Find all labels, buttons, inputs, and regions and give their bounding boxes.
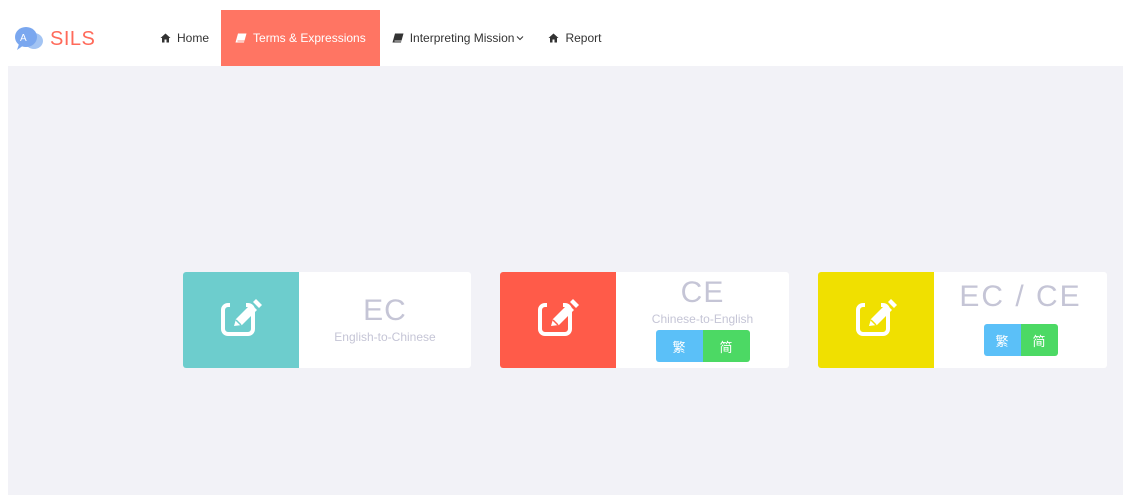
card-title: EC / CE [959, 280, 1082, 313]
script-toggle-group: 繁 简 [983, 324, 1058, 356]
card-ce[interactable]: CE Chinese-to-English 繁 简 [500, 272, 789, 368]
card-subtitle: English-to-Chinese [334, 330, 436, 344]
book-icon [392, 33, 404, 43]
nav-item-interpreting-mission[interactable]: Interpreting Mission [380, 10, 537, 66]
card-subtitle: Chinese-to-English [651, 312, 754, 326]
nav-label-report: Report [565, 31, 602, 45]
chat-bubble-logo-icon: A [14, 26, 44, 52]
brand-name: SILS [50, 27, 96, 50]
traditional-chinese-button[interactable]: 繁 [655, 330, 703, 362]
top-navbar: A SILS Home Terms & Expressions Interpre… [0, 0, 1123, 66]
chevron-down-icon [516, 35, 524, 41]
card-ec-icon-panel [183, 272, 299, 368]
home-icon [160, 33, 171, 43]
nav-item-terms-expressions[interactable]: Terms & Expressions [221, 10, 380, 66]
script-toggle-group: 繁 简 [655, 330, 750, 362]
card-title: EC [363, 294, 407, 327]
card-ec-body: EC English-to-Chinese [299, 272, 471, 368]
card-ec-ce-body: EC / CE 繁 简 [934, 272, 1107, 368]
card-ce-body: CE Chinese-to-English 繁 简 [616, 272, 789, 368]
simplified-chinese-button[interactable]: 简 [702, 330, 750, 362]
edit-icon [855, 298, 897, 342]
nav-label-interpreting-mission: Interpreting Mission [409, 31, 515, 45]
edit-icon [537, 298, 579, 342]
nav-label-terms-expressions: Terms & Expressions [253, 31, 366, 45]
nav-item-report[interactable]: Report [536, 10, 613, 66]
card-ec-ce[interactable]: EC / CE 繁 简 [818, 272, 1107, 368]
card-ec-ce-icon-panel [818, 272, 934, 368]
book-icon [235, 33, 247, 43]
card-ec[interactable]: EC English-to-Chinese [183, 272, 471, 368]
home-icon [548, 33, 559, 43]
brand[interactable]: A SILS [14, 25, 95, 53]
main-nav: Home Terms & Expressions Interpreting Mi… [148, 10, 613, 66]
nav-item-home[interactable]: Home [148, 10, 221, 66]
nav-label-home: Home [177, 31, 210, 45]
svg-text:A: A [20, 33, 27, 44]
edit-icon [220, 298, 262, 342]
main-content: EC English-to-Chinese CE Chinese-to-Engl… [8, 66, 1123, 495]
card-title: CE [680, 276, 725, 309]
traditional-chinese-button[interactable]: 繁 [983, 324, 1021, 356]
simplified-chinese-button[interactable]: 简 [1020, 324, 1058, 356]
card-ce-icon-panel [500, 272, 616, 368]
